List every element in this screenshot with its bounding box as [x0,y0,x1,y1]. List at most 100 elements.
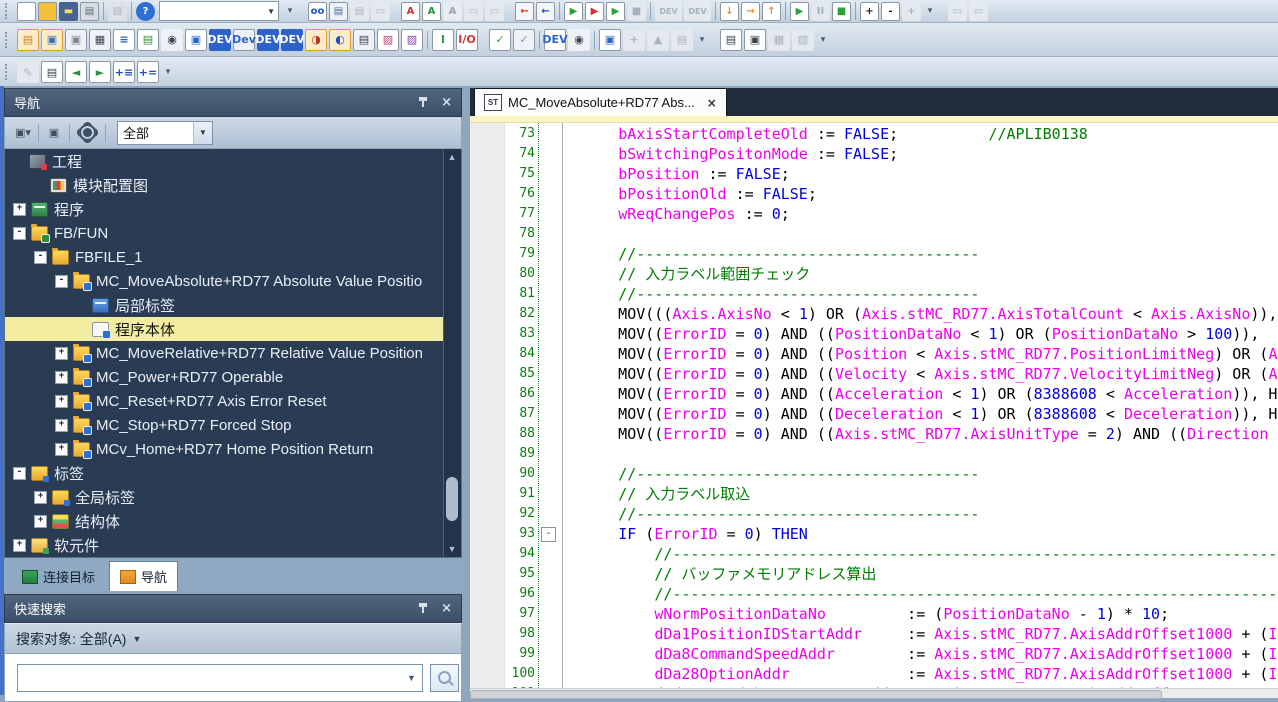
code-line[interactable]: 83 MOV((ErrorID = 0) AND ((PositionDataN… [470,324,1278,344]
window-tile-disabled-icon[interactable]: ▭ [969,2,988,21]
code-line[interactable]: 79 //-----------------------------------… [470,244,1278,264]
horizontal-scrollbar[interactable] [470,688,1278,698]
remote-pause-disabled-icon[interactable]: II [811,2,830,21]
code-line[interactable]: 95 // バッファメモリアドレス算出 [470,564,1278,584]
module-tool-icon[interactable]: ▦ [89,29,111,51]
tree-item[interactable]: +软元件 [5,533,461,557]
tree-item[interactable]: 局部标签 [5,293,461,317]
toolbar1-overflow-icon[interactable]: ▾ [284,6,296,16]
pin-icon[interactable] [417,96,429,109]
tree-item[interactable]: -FBFILE_1 [5,245,461,269]
structure-tool-disabled-icon[interactable]: ▧ [792,29,814,51]
scroll-down-icon[interactable]: ▼ [444,541,460,557]
find-next-result-icon[interactable]: ► [89,61,111,83]
code-line[interactable]: 98 dDa1PositionIDStartAddr := Axis.stMC_… [470,624,1278,644]
comment-display-green-icon[interactable]: A [422,2,441,21]
collapse-icon[interactable]: - [55,275,68,288]
write-to-plc-icon[interactable]: ↓ [720,2,739,21]
tree-filter-select[interactable]: 全部 ▼ [117,121,213,145]
watch-start-icon[interactable]: ◑ [305,29,327,51]
code-area[interactable]: 73 bAxisStartCompleteOld := FALSE; //APL… [470,123,1278,688]
save-icon[interactable]: ▬ [59,2,78,21]
document-tab[interactable]: ST MC_MoveAbsolute+RD77 Abs... × [474,88,727,116]
code-line[interactable]: 92 //-----------------------------------… [470,504,1278,524]
convert-all-icon[interactable]: ✓ [513,29,535,51]
chevron-down-icon[interactable]: ▼ [193,122,212,144]
tree-item[interactable]: 工程 [5,149,461,173]
select-disabled-icon[interactable]: + [902,2,921,21]
expand-icon[interactable]: + [13,539,26,552]
edit-mode-icon[interactable]: I [432,29,454,51]
zoom-select-combo[interactable]: ▼ [159,1,279,21]
monitor-stop-icon[interactable]: ▶ [585,2,604,21]
tree-item[interactable]: +MC_Power+RD77 Operable [5,365,461,389]
comment-edit-disabled-icon[interactable]: ✎ [17,61,39,83]
open-folder-icon[interactable] [38,2,57,21]
code-line[interactable]: 74 bSwitchingPositonMode := FALSE; [470,144,1278,164]
tree-item[interactable]: -MC_MoveAbsolute+RD77 Absolute Value Pos… [5,269,461,293]
code-line[interactable]: 80 // 入力ラベル範囲チェック [470,264,1278,284]
code-line[interactable]: 101 dCd15SpeedChangeRequestAddr := Axis.… [470,684,1278,688]
zoom-out-icon[interactable]: - [881,2,900,21]
chevron-down-icon[interactable]: ▼ [401,665,422,691]
device-memory-icon[interactable]: ▣ [744,29,766,51]
code-line[interactable]: 76 bPositionOld := FALSE; [470,184,1278,204]
code-line[interactable]: 84 MOV((ErrorID = 0) AND ((Position < Ax… [470,344,1278,364]
scrollbar-thumb[interactable] [446,477,458,521]
code-line[interactable]: 73 bAxisStartCompleteOld := FALSE; //APL… [470,124,1278,144]
tree-item[interactable]: +程序 [5,197,461,221]
comment-display-gray-icon[interactable]: A [443,2,462,21]
tree-item[interactable]: +MC_MoveRelative+RD77 Relative Value Pos… [5,341,461,365]
tree-item[interactable]: +结构体 [5,509,461,533]
hmi-display-icon[interactable]: ▣ [65,29,87,51]
toolbar-grip[interactable] [5,32,11,48]
tree-item[interactable]: +全局标签 [5,485,461,509]
code-line[interactable]: 78 [470,224,1278,244]
monitor-disabled-icon[interactable]: ■ [627,2,646,21]
code-line[interactable]: 87 MOV((ErrorID = 0) AND ((Deceleration … [470,404,1278,424]
collapse-icon[interactable]: - [34,251,47,264]
insert-variable-icon[interactable]: +≡ [113,61,135,83]
comment-display-red-icon[interactable]: A [401,2,420,21]
code-line[interactable]: 86 MOV((ErrorID = 0) AND ((Acceleration … [470,384,1278,404]
toolbar-grip[interactable] [5,3,11,19]
close-icon[interactable]: × [441,601,452,616]
watch-register-icon[interactable]: ◐ [329,29,351,51]
expand-icon[interactable]: + [55,395,68,408]
scope-icon[interactable]: ◉ [568,29,590,51]
insert-variable-2-icon[interactable]: += [137,61,159,83]
code-line[interactable]: 96 //-----------------------------------… [470,584,1278,604]
memory-table-disabled-icon[interactable]: ▦ [768,29,790,51]
code-line[interactable]: 88 MOV((ErrorID = 0) AND ((Axis.stMC_RD7… [470,424,1278,444]
code-line[interactable]: 91 // 入力ラベル取込 [470,484,1278,504]
io-check-icon[interactable]: I/O [456,29,478,51]
navigation-display-icon[interactable]: ▤ [17,29,39,51]
search-target-bar[interactable]: 搜索对象: 全部(A) ▼ [4,623,462,654]
close-icon[interactable]: × [441,95,452,110]
code-line[interactable]: 99 dDa8CommandSpeedAddr := Axis.stMC_RD7… [470,644,1278,664]
expand-icon[interactable]: + [55,419,68,432]
code-line[interactable]: 81 //-----------------------------------… [470,284,1278,304]
cross-reference-icon[interactable]: oo [308,2,327,21]
code-line[interactable]: 94 //-----------------------------------… [470,544,1278,564]
code-line[interactable]: 100 dDa28OptionAddr := Axis.stMC_RD77.Ax… [470,664,1278,684]
code-line[interactable]: 89 [470,444,1278,464]
code-line[interactable]: 97 wNormPositionDataNo := (PositionDataN… [470,604,1278,624]
code-line[interactable]: 90 //-----------------------------------… [470,464,1278,484]
program-editor-2-icon[interactable]: ▤ [137,29,159,51]
monitor-watch-icon[interactable]: ▶ [606,2,625,21]
device-batch-monitor-icon[interactable]: Dev [233,29,255,51]
search-button[interactable] [430,664,459,692]
tree-item[interactable]: -FB/FUN [5,221,461,245]
find-binoculars-icon[interactable]: ◉ [161,29,183,51]
code-line[interactable]: 85 MOV((ErrorID = 0) AND ((Velocity < Ax… [470,364,1278,384]
statement-display-icon[interactable]: ▤ [41,61,63,83]
find-prev-result-icon[interactable]: ◄ [65,61,87,83]
help-icon[interactable]: ? [136,2,155,21]
window-disabled-2-icon[interactable]: ▭ [485,2,504,21]
window-disabled-1-icon[interactable]: ▭ [464,2,483,21]
watch-disabled-icon[interactable]: ▭ [371,2,390,21]
collapse-icon[interactable]: - [13,467,26,480]
device-disabled-1-icon[interactable]: DEV [655,2,682,21]
device-test-icon[interactable]: DEV [281,29,303,51]
